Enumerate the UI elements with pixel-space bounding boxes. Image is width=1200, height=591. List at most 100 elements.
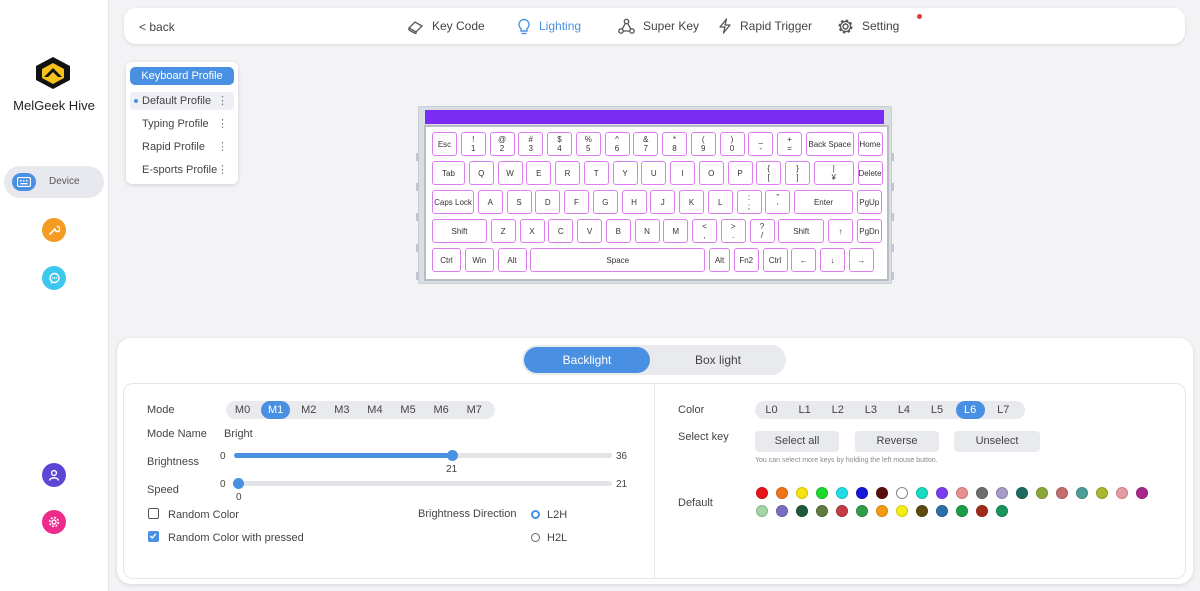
color-swatch[interactable] bbox=[756, 487, 768, 499]
key[interactable]: R bbox=[555, 161, 580, 185]
key[interactable]: Caps Lock bbox=[432, 190, 474, 214]
random-pressed-checkbox[interactable] bbox=[148, 531, 159, 542]
key[interactable]: Tab bbox=[432, 161, 465, 185]
key[interactable]: Z bbox=[490, 219, 516, 243]
key[interactable]: F bbox=[564, 190, 589, 214]
settings-button[interactable] bbox=[42, 510, 66, 534]
color-swatch[interactable] bbox=[996, 487, 1008, 499]
key[interactable]: ← bbox=[791, 248, 817, 272]
key[interactable]: ) 0 bbox=[719, 132, 745, 156]
key[interactable]: B bbox=[605, 219, 631, 243]
more-vertical-icon[interactable]: ⋮ bbox=[217, 161, 228, 179]
key[interactable]: # 3 bbox=[518, 132, 544, 156]
key[interactable]: G bbox=[592, 190, 618, 214]
key[interactable]: < , bbox=[692, 219, 717, 243]
color-swatch[interactable] bbox=[976, 505, 988, 517]
segment-option[interactable]: M5 bbox=[394, 401, 423, 419]
profile-item[interactable]: Typing Profile ⋮ bbox=[130, 115, 234, 133]
backlight-toggle[interactable]: Backlight bbox=[524, 347, 650, 373]
key[interactable]: ? / bbox=[749, 219, 775, 243]
key[interactable]: PgDn bbox=[856, 219, 882, 243]
back-link[interactable]: < back bbox=[139, 20, 175, 34]
key[interactable]: H bbox=[621, 190, 647, 214]
color-swatch[interactable] bbox=[1016, 487, 1028, 499]
profile-item[interactable]: Default Profile ⋮ bbox=[130, 92, 234, 110]
key[interactable]: { [ bbox=[756, 161, 782, 185]
key[interactable]: PgUp bbox=[856, 190, 882, 214]
key[interactable]: S bbox=[506, 190, 532, 214]
color-swatch[interactable] bbox=[1076, 487, 1088, 499]
color-swatch[interactable] bbox=[776, 505, 788, 517]
key[interactable]: + = bbox=[777, 132, 802, 156]
key[interactable]: Home bbox=[857, 132, 883, 156]
color-swatch[interactable] bbox=[1056, 487, 1068, 499]
key[interactable]: Enter bbox=[794, 190, 853, 214]
tab-key-code[interactable]: Key Code bbox=[407, 8, 485, 44]
speed-slider-handle[interactable] bbox=[233, 478, 244, 489]
key[interactable]: C bbox=[548, 219, 574, 243]
key[interactable]: Win bbox=[464, 248, 494, 272]
unselect-button[interactable]: Unselect bbox=[954, 431, 1040, 452]
key[interactable]: K bbox=[679, 190, 704, 214]
key[interactable]: L bbox=[707, 190, 733, 214]
key[interactable]: N bbox=[634, 219, 660, 243]
key[interactable]: ( 9 bbox=[690, 132, 716, 156]
color-swatch[interactable] bbox=[856, 505, 868, 517]
reverse-button[interactable]: Reverse bbox=[855, 431, 939, 452]
color-swatch[interactable] bbox=[816, 487, 828, 499]
key[interactable]: E bbox=[526, 161, 552, 185]
color-swatch[interactable] bbox=[796, 505, 808, 517]
segment-option[interactable]: M6 bbox=[427, 401, 456, 419]
more-vertical-icon[interactable]: ⋮ bbox=[217, 92, 228, 110]
key[interactable]: J bbox=[650, 190, 676, 214]
segment-option[interactable]: M0 bbox=[228, 401, 257, 419]
segment-option[interactable]: L0 bbox=[757, 401, 786, 419]
key[interactable]: * 8 bbox=[662, 132, 687, 156]
key[interactable]: V bbox=[577, 219, 602, 243]
key[interactable]: > . bbox=[720, 219, 746, 243]
segment-option[interactable]: M3 bbox=[327, 401, 356, 419]
key[interactable]: W bbox=[497, 161, 523, 185]
tab-super-key[interactable]: Super Key bbox=[618, 8, 699, 44]
key[interactable]: ↑ bbox=[828, 219, 853, 243]
speed-slider[interactable] bbox=[234, 481, 612, 486]
key[interactable]: I bbox=[670, 161, 695, 185]
more-vertical-icon[interactable]: ⋮ bbox=[217, 115, 228, 133]
segment-option[interactable]: L3 bbox=[856, 401, 885, 419]
chat-button[interactable] bbox=[42, 266, 66, 290]
color-swatch[interactable] bbox=[876, 505, 888, 517]
color-swatch[interactable] bbox=[1096, 487, 1108, 499]
key[interactable]: Esc bbox=[432, 132, 457, 156]
tab-rapid-trigger[interactable]: Rapid Trigger bbox=[718, 8, 812, 44]
account-button[interactable] bbox=[42, 463, 66, 487]
key[interactable]: Alt bbox=[709, 248, 730, 272]
key[interactable]: X bbox=[519, 219, 545, 243]
key[interactable]: @ 2 bbox=[489, 132, 515, 156]
key[interactable]: : ; bbox=[736, 190, 762, 214]
direction-h2l-radio[interactable] bbox=[531, 533, 540, 542]
key[interactable]: ^ 6 bbox=[604, 132, 630, 156]
key[interactable]: & 7 bbox=[633, 132, 659, 156]
nav-device[interactable]: Device bbox=[4, 166, 104, 198]
color-swatch[interactable] bbox=[836, 487, 848, 499]
key[interactable]: _ - bbox=[748, 132, 774, 156]
key[interactable]: Back Space bbox=[805, 132, 854, 156]
color-swatch[interactable] bbox=[976, 487, 988, 499]
profile-item[interactable]: Rapid Profile ⋮ bbox=[130, 138, 234, 156]
key[interactable]: T bbox=[583, 161, 609, 185]
segment-option[interactable]: L1 bbox=[790, 401, 819, 419]
color-swatch[interactable] bbox=[776, 487, 788, 499]
color-swatch[interactable] bbox=[996, 505, 1008, 517]
segment-option[interactable]: L5 bbox=[923, 401, 952, 419]
key[interactable]: Fn2 bbox=[733, 248, 759, 272]
key[interactable]: Delete bbox=[857, 161, 883, 185]
color-swatch[interactable] bbox=[896, 487, 908, 499]
key[interactable]: $ 4 bbox=[547, 132, 572, 156]
tab-lighting[interactable]: Lighting bbox=[517, 8, 581, 44]
profile-item[interactable]: E-sports Profile ⋮ bbox=[130, 161, 234, 179]
color-swatch[interactable] bbox=[1036, 487, 1048, 499]
key[interactable]: O bbox=[698, 161, 724, 185]
key[interactable]: P bbox=[727, 161, 753, 185]
key[interactable]: A bbox=[477, 190, 503, 214]
color-swatch[interactable] bbox=[916, 505, 928, 517]
